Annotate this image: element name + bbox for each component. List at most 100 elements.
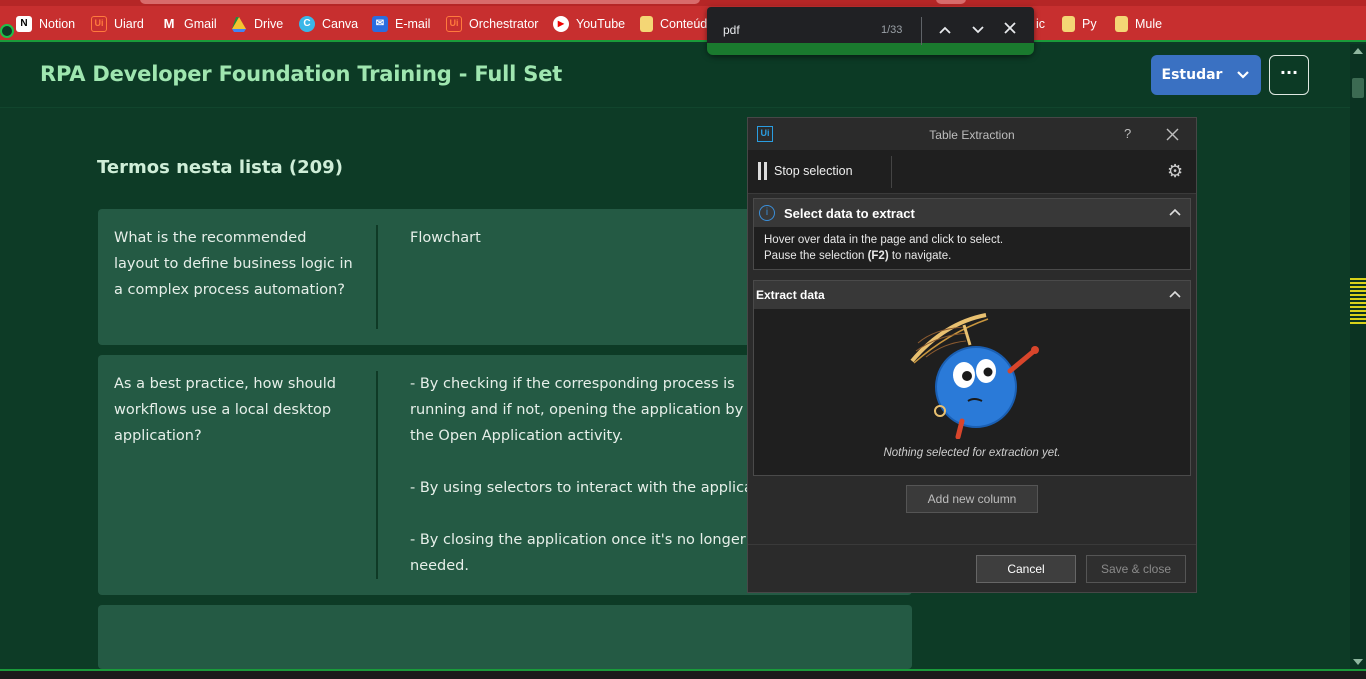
gear-icon: ⚙ xyxy=(1167,161,1184,181)
instruction-line: Pause the selection (F2) to navigate. xyxy=(764,248,1180,264)
close-icon xyxy=(1004,22,1016,34)
dialog-titlebar[interactable]: Ui Table Extraction ? xyxy=(748,118,1196,150)
study-button-label: Estudar xyxy=(1161,67,1223,83)
youtube-icon: ▶ xyxy=(553,16,569,32)
extract-data-header[interactable]: Extract data xyxy=(754,281,1190,309)
extract-data-section: Extract data Nothing selected for extrac… xyxy=(753,280,1191,476)
cancel-button[interactable]: Cancel xyxy=(976,555,1076,583)
find-bar: pdf 1/33 xyxy=(707,7,1034,55)
select-data-instructions: Hover over data in the page and click to… xyxy=(754,227,1190,269)
pause-icon xyxy=(758,162,767,180)
close-icon xyxy=(1166,128,1179,141)
bookmark-conteudo[interactable]: Conteúd xyxy=(640,14,707,34)
add-new-column-button[interactable]: Add new column xyxy=(906,485,1038,513)
bookmark-notion[interactable]: N Notion xyxy=(16,14,75,34)
settings-button[interactable]: ⚙ xyxy=(1167,161,1183,182)
card-term: What is the recommended layout to define… xyxy=(114,230,353,298)
page-scrollbar[interactable] xyxy=(1350,44,1366,669)
chevron-up-icon[interactable] xyxy=(1169,287,1181,301)
study-button[interactable]: Estudar xyxy=(1151,55,1261,95)
bookmark-label: E-mail xyxy=(395,17,431,31)
page-title: RPA Developer Foundation Training - Full… xyxy=(40,62,563,86)
table-extraction-dialog: Ui Table Extraction ? Stop selection ⚙ i… xyxy=(747,117,1197,593)
bookmark-mule[interactable]: Mule xyxy=(1115,14,1162,34)
bookmark-drive[interactable]: Drive xyxy=(231,14,283,34)
uipath-icon: Ui xyxy=(91,16,107,32)
bookmark-label: Conteúd xyxy=(660,17,708,31)
scroll-up-icon[interactable] xyxy=(1353,48,1363,54)
gmail-icon: M xyxy=(163,16,175,31)
bookmark-uiard[interactable]: Ui Uiard xyxy=(91,14,144,34)
bookmark-gmail[interactable]: M Gmail xyxy=(161,14,217,34)
folder-icon xyxy=(1115,16,1128,32)
select-data-header[interactable]: i Select data to extract xyxy=(754,199,1190,227)
bookmark-canva[interactable]: C Canva xyxy=(299,14,358,34)
uipath-icon: Ui xyxy=(446,16,462,32)
bookmark-partial[interactable]: ic xyxy=(1036,14,1045,34)
find-previous-button[interactable] xyxy=(936,21,954,39)
more-icon: ··· xyxy=(1279,63,1299,82)
find-match-markers xyxy=(1350,278,1366,326)
card-divider xyxy=(376,371,378,579)
bookmark-youtube[interactable]: ▶ YouTube xyxy=(553,14,625,34)
find-input[interactable]: pdf xyxy=(723,23,740,37)
scroll-down-icon[interactable] xyxy=(1353,659,1363,665)
drive-icon xyxy=(231,16,247,32)
card-definition: Flowchart xyxy=(410,230,481,246)
info-icon: i xyxy=(759,205,775,221)
toolbar-separator xyxy=(891,156,892,188)
chevron-up-icon[interactable] xyxy=(1169,205,1181,219)
chevron-down-icon xyxy=(972,26,984,34)
find-separator xyxy=(921,17,922,45)
bookmark-label: Orchestrator xyxy=(469,17,539,31)
card-divider xyxy=(376,225,378,329)
bookmark-label: Py xyxy=(1082,17,1097,31)
terms-heading: Termos nesta lista (209) xyxy=(97,157,343,178)
dialog-footer: Cancel Save & close xyxy=(748,544,1196,592)
mail-icon: ✉ xyxy=(372,16,388,32)
notion-icon: N xyxy=(16,16,32,32)
stop-selection-button[interactable]: Stop selection xyxy=(758,162,853,180)
more-options-button[interactable]: ··· xyxy=(1269,55,1309,95)
term-card[interactable] xyxy=(98,605,912,669)
bookmark-email[interactable]: ✉ E-mail xyxy=(372,14,430,34)
stop-selection-label: Stop selection xyxy=(774,164,853,178)
chevron-down-icon xyxy=(1237,71,1250,79)
bookmark-py[interactable]: Py xyxy=(1062,14,1097,34)
find-bar-edge xyxy=(707,43,1034,55)
active-tab-edge[interactable] xyxy=(140,0,700,4)
folder-icon xyxy=(640,16,653,32)
find-match-count: 1/33 xyxy=(881,24,903,36)
bookmark-label: Uiard xyxy=(114,17,144,31)
bookmark-label: Mule xyxy=(1135,17,1163,31)
page-header: RPA Developer Foundation Training - Full… xyxy=(0,44,1350,108)
instruction-text: Pause the selection xyxy=(764,250,868,262)
find-close-button[interactable] xyxy=(1001,21,1019,39)
select-data-title: Select data to extract xyxy=(784,205,915,221)
bookmark-orchestrator[interactable]: Ui Orchestrator xyxy=(446,14,538,34)
card-definition: - By checking if the corresponding proce… xyxy=(410,376,753,574)
bookmark-label: Drive xyxy=(254,17,284,31)
bookmark-label: Canva xyxy=(322,17,359,31)
help-button[interactable]: ? xyxy=(1124,126,1131,141)
canva-icon: C xyxy=(299,16,315,32)
robot-mascot-illustration xyxy=(910,313,1039,439)
tab-edge[interactable] xyxy=(936,0,966,4)
instruction-text: to navigate. xyxy=(888,250,952,262)
bookmark-label: ic xyxy=(1036,17,1046,31)
instruction-line: Hover over data in the page and click to… xyxy=(764,234,1004,246)
bookmark-label: YouTube xyxy=(576,17,626,31)
dialog-close-button[interactable] xyxy=(1166,124,1179,146)
dialog-toolbar: Stop selection ⚙ xyxy=(748,150,1196,194)
shortcut-key: (F2) xyxy=(867,250,889,262)
scrollbar-thumb[interactable] xyxy=(1352,78,1364,98)
folder-icon xyxy=(1062,16,1075,32)
save-and-close-button[interactable]: Save & close xyxy=(1086,555,1186,583)
find-next-button[interactable] xyxy=(969,21,987,39)
bookmark-label: Notion xyxy=(39,17,76,31)
card-term: As a best practice, how should workflows… xyxy=(114,376,336,444)
select-data-section: i Select data to extract Hover over data… xyxy=(753,198,1191,270)
taskbar xyxy=(0,669,1366,679)
chevron-up-icon xyxy=(939,26,951,34)
extension-indicator-icon xyxy=(0,24,14,38)
